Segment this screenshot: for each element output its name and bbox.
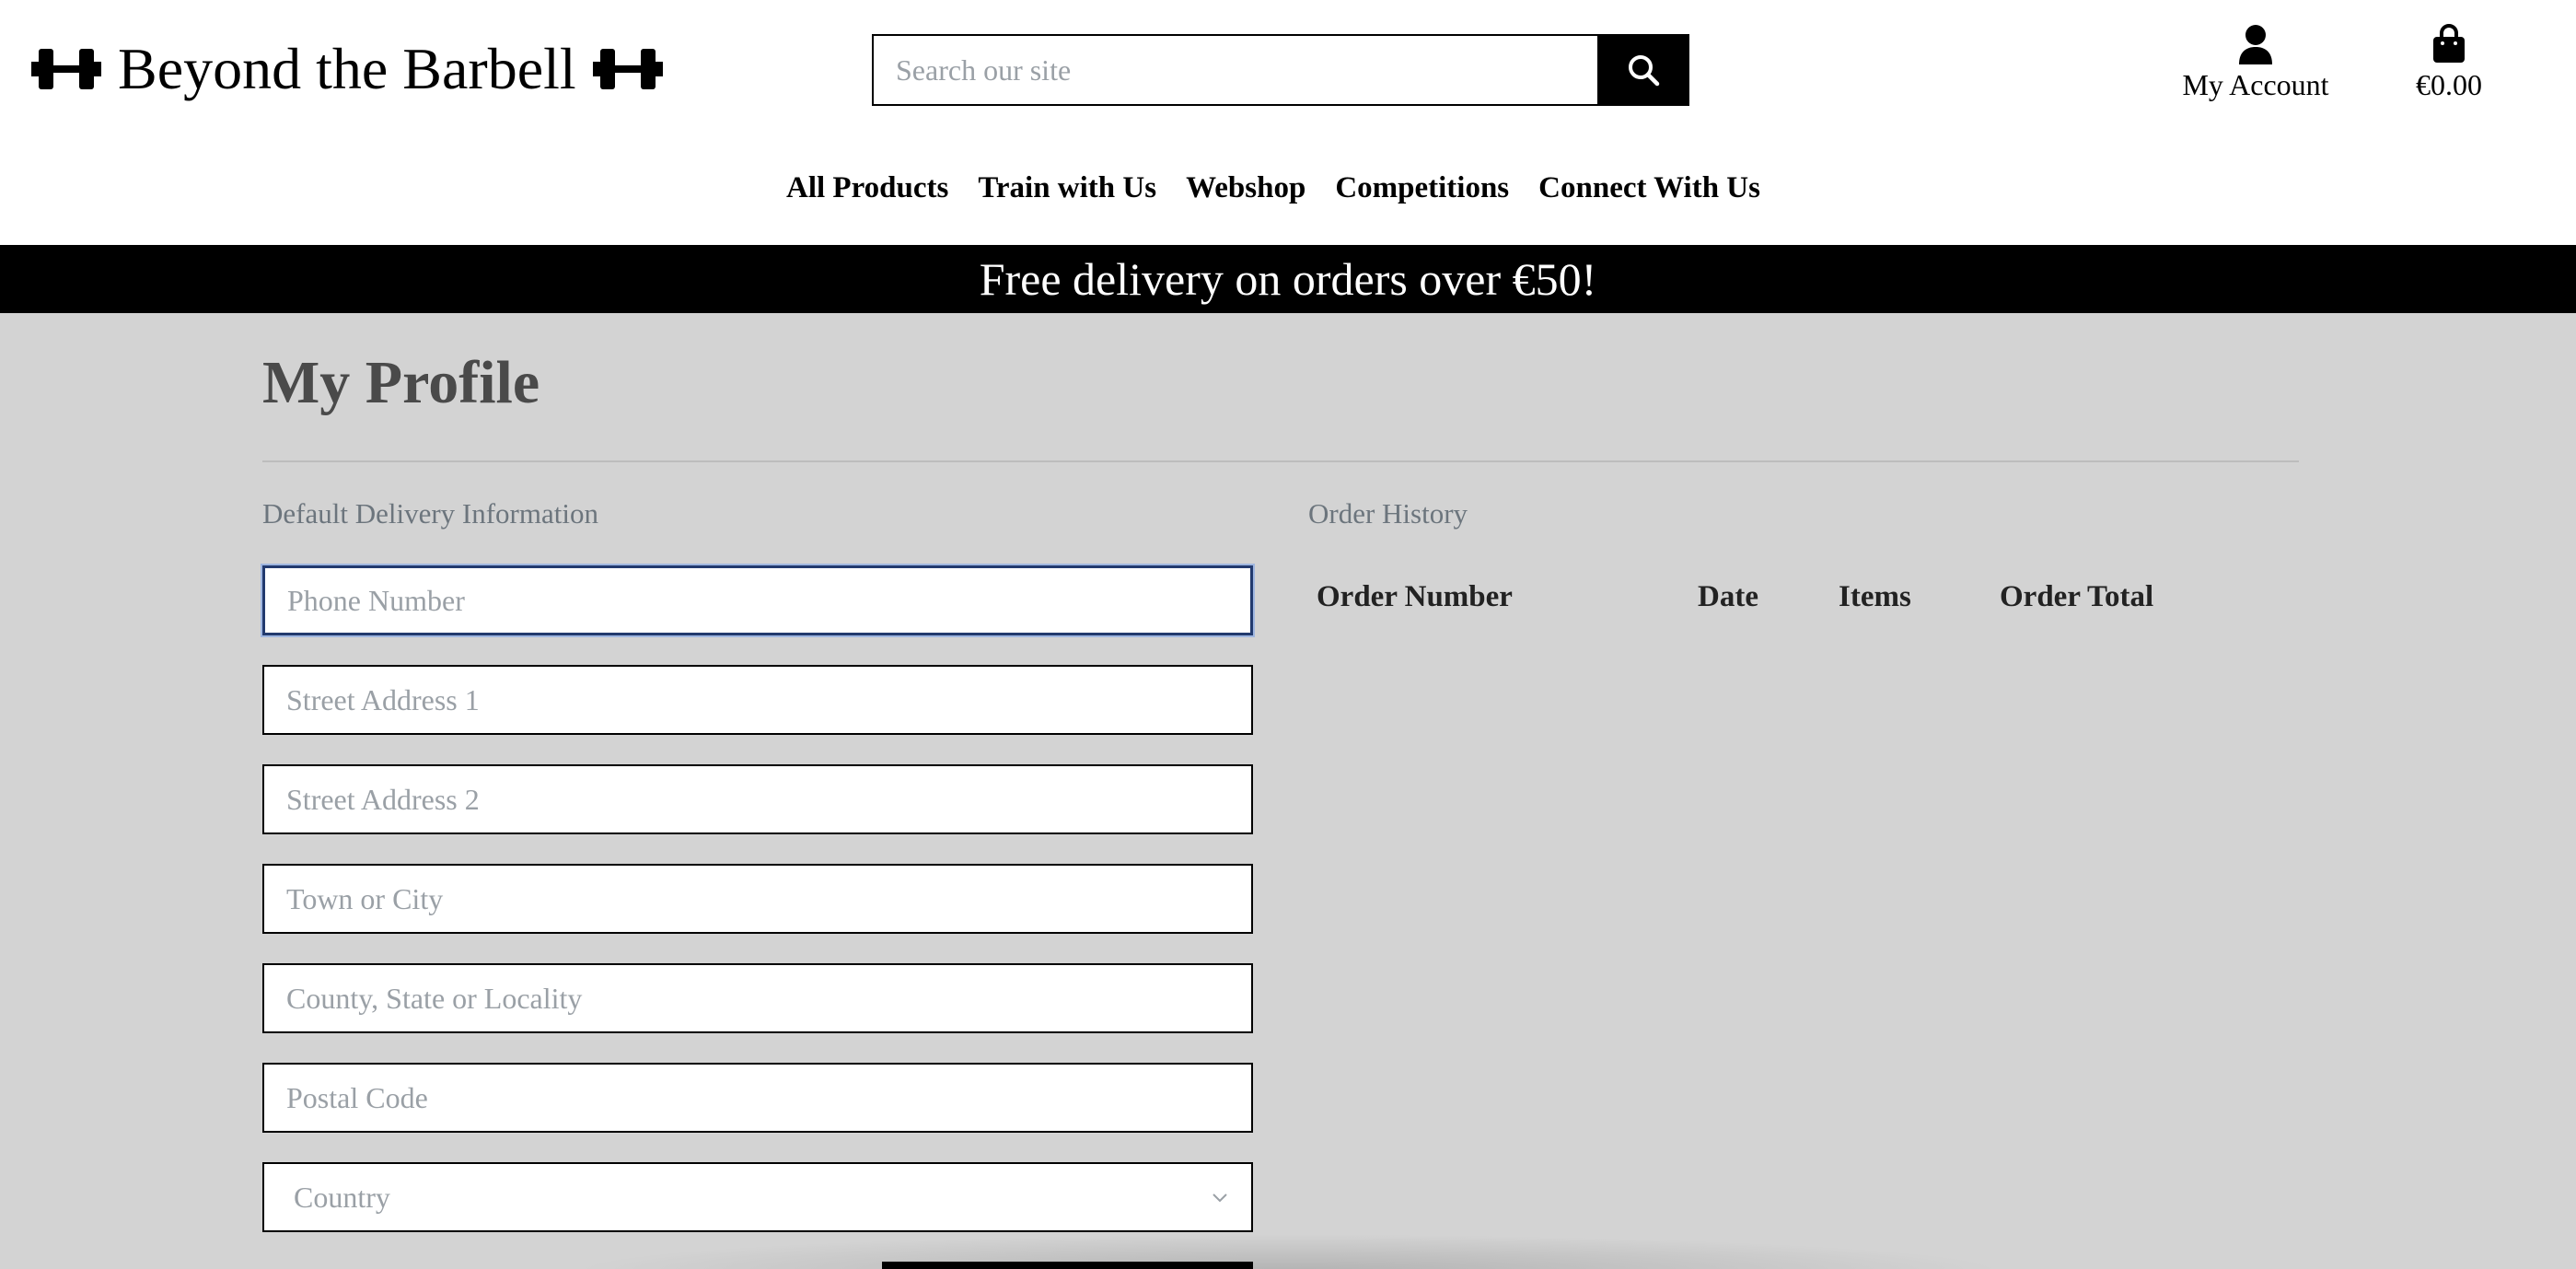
nav-item-webshop[interactable]: Webshop (1186, 171, 1305, 205)
search-icon (1629, 55, 1660, 87)
country-select-value: Country (294, 1180, 390, 1214)
cart-total: €0.00 (2416, 68, 2482, 101)
nav-item-competitions[interactable]: Competitions (1335, 171, 1509, 205)
page-title: My Profile (262, 349, 540, 416)
county-input[interactable] (286, 981, 1229, 1016)
search-input[interactable] (872, 34, 1597, 106)
overlay-shadow (571, 1234, 2007, 1269)
brand-name: Beyond the Barbell (118, 36, 576, 101)
dumbbell-icon (31, 49, 101, 89)
items-column: Items (1839, 580, 1911, 613)
order-total-column: Order Total (2000, 580, 2154, 613)
street-address-2-input[interactable] (286, 782, 1229, 817)
profile-content: My Profile Default Delivery Information … (0, 313, 2576, 1269)
street-address-1-field[interactable] (262, 665, 1253, 735)
date-column: Date (1698, 580, 1758, 613)
cart-link[interactable]: €0.00 (2394, 24, 2504, 102)
nav-item-all-products[interactable]: All Products (786, 171, 948, 205)
county-field[interactable] (262, 963, 1253, 1033)
main-nav: All Products Train with Us Webshop Compe… (0, 171, 2576, 205)
delivery-banner: Free delivery on orders over €50! (0, 245, 2576, 313)
town-or-city-field[interactable] (262, 864, 1253, 934)
order-history-heading: Order History (1308, 497, 1468, 530)
update-info-button[interactable] (882, 1262, 1253, 1269)
nav-item-connect-with-us[interactable]: Connect With Us (1538, 171, 1760, 205)
town-or-city-input[interactable] (286, 881, 1229, 916)
site-header: Beyond the Barbell My Account (0, 0, 2576, 245)
street-address-2-field[interactable] (262, 764, 1253, 834)
dumbbell-icon (592, 49, 663, 89)
delivery-info-heading: Default Delivery Information (262, 497, 598, 530)
shopping-bag-icon (2433, 24, 2465, 63)
brand-logo[interactable]: Beyond the Barbell (29, 28, 665, 111)
postal-code-field[interactable] (262, 1063, 1253, 1133)
title-divider (262, 460, 2299, 462)
phone-number-input[interactable] (287, 583, 1228, 618)
nav-item-train-with-us[interactable]: Train with Us (978, 171, 1156, 205)
postal-code-input[interactable] (286, 1080, 1229, 1115)
user-icon (2239, 25, 2272, 64)
phone-number-field[interactable] (262, 565, 1253, 635)
delivery-banner-text: Free delivery on orders over €50! (979, 253, 1597, 305)
street-address-1-input[interactable] (286, 682, 1229, 717)
chevron-down-icon (1213, 1193, 1227, 1203)
order-number-column: Order Number (1317, 580, 1513, 613)
my-account-link[interactable]: My Account (2173, 24, 2338, 102)
search-bar (872, 34, 1689, 106)
country-select[interactable]: Country (262, 1162, 1253, 1232)
my-account-label: My Account (2182, 68, 2329, 101)
search-button[interactable] (1597, 34, 1689, 106)
